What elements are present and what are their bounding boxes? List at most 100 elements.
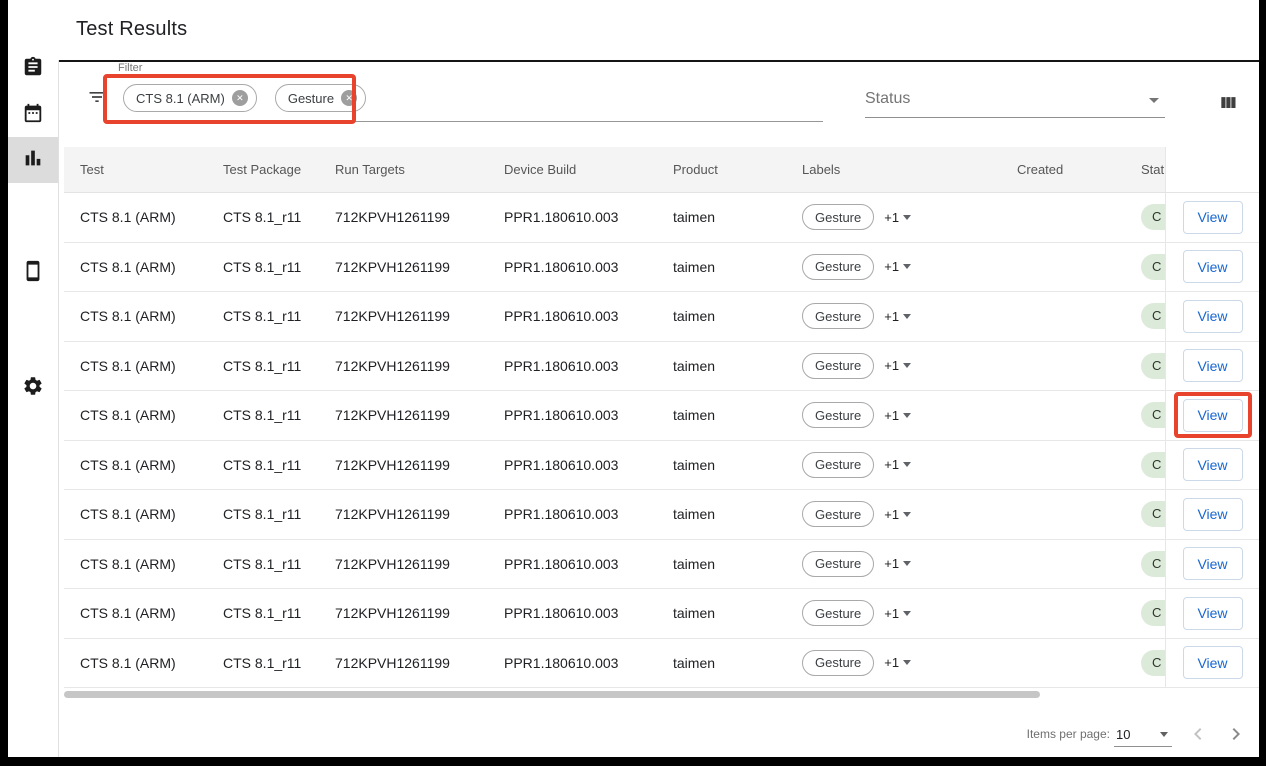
cell-test: CTS 8.1 (ARM) bbox=[64, 605, 207, 621]
table-row: CTS 8.1 (ARM) CTS 8.1_r11 712KPVH1261199… bbox=[64, 243, 1259, 293]
status-dropdown[interactable]: Status bbox=[865, 62, 1165, 122]
cell-test-package: CTS 8.1_r11 bbox=[207, 209, 319, 225]
close-icon[interactable] bbox=[232, 90, 248, 106]
cell-product: taimen bbox=[657, 308, 792, 324]
table-row: CTS 8.1 (ARM) CTS 8.1_r11 712KPVH1261199… bbox=[64, 292, 1259, 342]
cell-run-targets: 712KPVH1261199 bbox=[319, 259, 488, 275]
more-labels-dropdown[interactable]: +1 bbox=[884, 309, 911, 324]
status-badge: C bbox=[1141, 452, 1165, 478]
more-labels-dropdown[interactable]: +1 bbox=[884, 556, 911, 571]
page-size-value: 10 bbox=[1116, 727, 1130, 742]
view-button[interactable]: View bbox=[1183, 300, 1243, 333]
cell-labels: Gesture +1 bbox=[792, 501, 1001, 527]
cell-labels: Gesture +1 bbox=[792, 650, 1001, 676]
chevron-down-icon bbox=[903, 462, 911, 467]
filter-icon bbox=[87, 95, 107, 110]
cell-status: C bbox=[1129, 303, 1165, 329]
cell-test-package: CTS 8.1_r11 bbox=[207, 506, 319, 522]
column-header-device-build: Device Build bbox=[488, 162, 657, 177]
cell-product: taimen bbox=[657, 605, 792, 621]
cell-status: C bbox=[1129, 452, 1165, 478]
column-header-created: Created bbox=[1001, 162, 1129, 177]
sidebar-item-schedule[interactable] bbox=[8, 92, 58, 138]
cell-action: View bbox=[1165, 540, 1259, 589]
cell-test: CTS 8.1 (ARM) bbox=[64, 556, 207, 572]
chevron-down-icon bbox=[903, 215, 911, 220]
sidebar bbox=[8, 0, 58, 757]
column-header-run-targets: Run Targets bbox=[319, 162, 488, 177]
column-header-actions bbox=[1165, 147, 1259, 192]
sidebar-item-settings[interactable] bbox=[8, 365, 58, 411]
column-settings-button[interactable] bbox=[1217, 93, 1239, 115]
chevron-down-icon bbox=[903, 611, 911, 616]
cell-device-build: PPR1.180610.003 bbox=[488, 259, 657, 275]
status-badge: C bbox=[1141, 402, 1165, 428]
label-chip: Gesture bbox=[802, 501, 874, 527]
page-size-select[interactable]: 10 bbox=[1114, 722, 1172, 747]
sidebar-item-test-plans[interactable] bbox=[8, 46, 58, 92]
label-chip: Gesture bbox=[802, 600, 874, 626]
cell-test-package: CTS 8.1_r11 bbox=[207, 358, 319, 374]
paginator: Items per page: 10 bbox=[59, 712, 1259, 757]
table-row: CTS 8.1 (ARM) CTS 8.1_r11 712KPVH1261199… bbox=[64, 540, 1259, 590]
cell-labels: Gesture +1 bbox=[792, 600, 1001, 626]
cell-run-targets: 712KPVH1261199 bbox=[319, 209, 488, 225]
more-labels-dropdown[interactable]: +1 bbox=[884, 507, 911, 522]
sidebar-item-devices[interactable] bbox=[8, 250, 58, 296]
view-button[interactable]: View bbox=[1183, 498, 1243, 531]
status-underline bbox=[865, 117, 1165, 118]
view-button[interactable]: View bbox=[1183, 646, 1243, 679]
cell-test-package: CTS 8.1_r11 bbox=[207, 605, 319, 621]
cell-test-package: CTS 8.1_r11 bbox=[207, 655, 319, 671]
cell-labels: Gesture +1 bbox=[792, 353, 1001, 379]
cell-status: C bbox=[1129, 600, 1165, 626]
gear-icon bbox=[22, 375, 44, 402]
column-header-labels: Labels bbox=[792, 162, 1001, 177]
more-labels-dropdown[interactable]: +1 bbox=[884, 457, 911, 472]
more-labels-dropdown[interactable]: +1 bbox=[884, 358, 911, 373]
status-badge: C bbox=[1141, 204, 1165, 230]
status-placeholder: Status bbox=[865, 90, 910, 108]
more-labels-dropdown[interactable]: +1 bbox=[884, 606, 911, 621]
view-button[interactable]: View bbox=[1183, 547, 1243, 580]
horizontal-scrollbar[interactable] bbox=[64, 691, 1040, 698]
cell-product: taimen bbox=[657, 506, 792, 522]
table-row: CTS 8.1 (ARM) CTS 8.1_r11 712KPVH1261199… bbox=[64, 441, 1259, 491]
view-button[interactable]: View bbox=[1183, 399, 1243, 432]
sidebar-item-test-results[interactable] bbox=[8, 137, 58, 183]
cell-labels: Gesture +1 bbox=[792, 303, 1001, 329]
label-chip: Gesture bbox=[802, 254, 874, 280]
cell-run-targets: 712KPVH1261199 bbox=[319, 358, 488, 374]
view-button[interactable]: View bbox=[1183, 597, 1243, 630]
cell-product: taimen bbox=[657, 209, 792, 225]
cell-product: taimen bbox=[657, 556, 792, 572]
cell-status: C bbox=[1129, 353, 1165, 379]
cell-labels: Gesture +1 bbox=[792, 452, 1001, 478]
view-button[interactable]: View bbox=[1183, 349, 1243, 382]
more-labels-dropdown[interactable]: +1 bbox=[884, 259, 911, 274]
cell-labels: Gesture +1 bbox=[792, 204, 1001, 230]
filter-field-underline bbox=[118, 121, 823, 122]
cell-labels: Gesture +1 bbox=[792, 402, 1001, 428]
chevron-down-icon bbox=[903, 413, 911, 418]
label-chip: Gesture bbox=[802, 452, 874, 478]
more-labels-dropdown[interactable]: +1 bbox=[884, 655, 911, 670]
cell-action: View bbox=[1165, 342, 1259, 391]
chevron-down-icon bbox=[903, 363, 911, 368]
cell-action: View bbox=[1165, 292, 1259, 341]
chevron-down-icon bbox=[903, 314, 911, 319]
cell-test: CTS 8.1 (ARM) bbox=[64, 506, 207, 522]
view-button[interactable]: View bbox=[1183, 250, 1243, 283]
next-page-button[interactable] bbox=[1223, 722, 1249, 748]
cell-run-targets: 712KPVH1261199 bbox=[319, 407, 488, 423]
view-button[interactable]: View bbox=[1183, 201, 1243, 234]
more-labels-dropdown[interactable]: +1 bbox=[884, 210, 911, 225]
filter-button[interactable] bbox=[87, 87, 107, 107]
filter-chip: Gesture bbox=[275, 84, 366, 112]
filter-chip-label: CTS 8.1 (ARM) bbox=[136, 91, 225, 106]
close-icon[interactable] bbox=[341, 90, 357, 106]
more-labels-dropdown[interactable]: +1 bbox=[884, 408, 911, 423]
previous-page-button[interactable] bbox=[1185, 722, 1211, 748]
view-button[interactable]: View bbox=[1183, 448, 1243, 481]
cell-test: CTS 8.1 (ARM) bbox=[64, 209, 207, 225]
